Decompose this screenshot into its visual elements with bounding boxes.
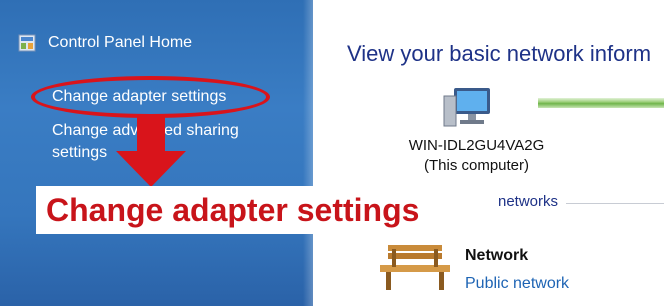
computer-subtitle: (This computer) bbox=[423, 157, 530, 174]
control-panel-home-label: Control Panel Home bbox=[48, 34, 193, 51]
computer-name: WIN-IDL2GU4VA2G bbox=[408, 137, 545, 154]
control-panel-icon bbox=[18, 34, 36, 52]
change-adapter-settings-link[interactable]: Change adapter settings bbox=[52, 86, 226, 108]
down-arrow-icon bbox=[116, 117, 186, 187]
computer-label: WIN-IDL2GU4VA2G (This computer) bbox=[379, 136, 574, 176]
network-type-link[interactable]: Public network bbox=[465, 275, 569, 293]
section-divider bbox=[566, 203, 664, 204]
page-title: View your basic network inform bbox=[347, 41, 652, 66]
networks-section-header: networks bbox=[498, 193, 559, 210]
callout-text: Change adapter settings bbox=[46, 191, 420, 228]
bench-network-icon bbox=[380, 245, 450, 290]
control-panel-home-link[interactable]: Control Panel Home bbox=[18, 31, 192, 55]
connection-line bbox=[538, 98, 664, 108]
network-name: Network bbox=[465, 247, 529, 264]
callout-banner: Change adapter settings bbox=[36, 186, 496, 234]
computer-icon bbox=[443, 88, 490, 127]
